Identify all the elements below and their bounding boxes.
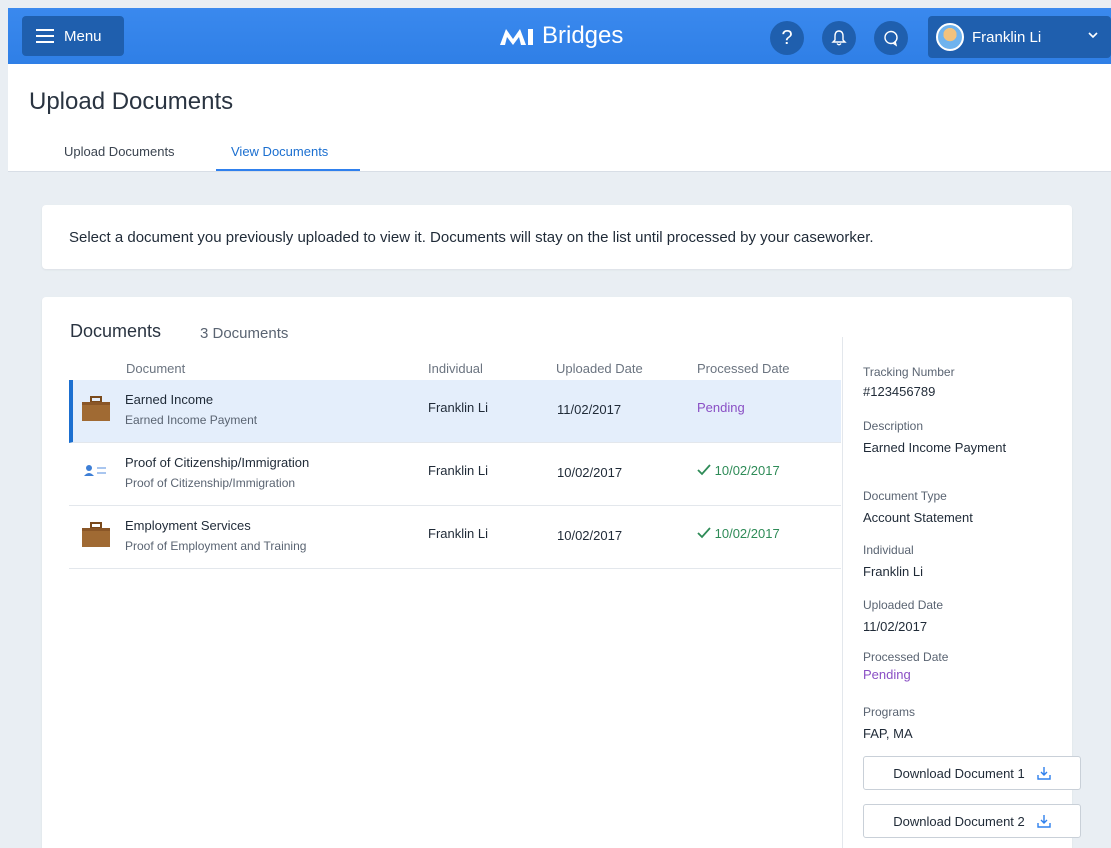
avatar [936,23,964,51]
chevron-down-icon [1088,32,1098,39]
processed-date: 10/02/2017 [714,463,780,478]
download-document-1-button[interactable]: Download Document 1 [863,756,1081,790]
column-header-document[interactable]: Document [126,361,185,376]
document-uploaded-date: 11/02/2017 [557,402,622,417]
brand-name: Bridges [542,22,624,49]
document-subtitle: Proof of Citizenship/Immigration [125,476,296,490]
chat-icon [884,30,898,47]
processed-date-label: Processed Date [863,650,949,664]
briefcase-icon [82,396,110,421]
notifications-button[interactable] [822,21,856,55]
document-detail-panel: Tracking Number #123456789 Description E… [842,337,1081,848]
table-row[interactable]: Earned Income Earned Income Payment Fran… [69,380,841,443]
menu-label: Menu [64,27,102,45]
document-individual: Franklin Li [428,463,488,478]
mi-logo-icon [500,29,533,45]
individual-value: Franklin Li [863,564,923,579]
document-title: Earned Income [125,392,214,407]
processed-date-value: Pending [863,667,911,682]
instructions-card: Select a document you previously uploade… [42,205,1072,269]
download-document-2-button[interactable]: Download Document 2 [863,804,1081,838]
page-header: Upload Documents Upload Documents View D… [8,64,1111,172]
instructions-text: Select a document you previously uploade… [69,228,874,246]
document-title: Proof of Citizenship/Immigration [125,455,310,470]
document-type-value: Account Statement [863,510,973,525]
uploaded-date-value: 11/02/2017 [863,619,928,634]
messages-button[interactable] [874,21,908,55]
status-processed: 10/02/2017 [697,526,780,541]
checkmark-icon [697,527,711,539]
documents-title: Documents [70,321,162,341]
help-button[interactable]: ? [770,21,804,55]
description-label: Description [863,419,924,433]
documents-count: 3 Documents [200,325,289,342]
description-value: Earned Income Payment [863,440,1007,455]
download-document-1-label: Download Document 1 [893,765,1025,781]
tab-upload-documents[interactable]: Upload Documents [64,144,175,159]
table-row[interactable]: Proof of Citizenship/Immigration Proof o… [69,443,841,506]
checkmark-icon [697,464,711,476]
programs-value: FAP, MA [863,726,913,741]
document-subtitle: Proof of Employment and Training [125,539,307,553]
document-uploaded-date: 10/02/2017 [557,465,623,480]
download-icon [1037,767,1051,780]
tracking-number-label: Tracking Number [863,365,955,379]
document-subtitle: Earned Income Payment [125,413,258,427]
document-uploaded-date: 10/02/2017 [557,528,623,543]
status-processed: 10/02/2017 [697,463,780,478]
active-tab-indicator [216,169,360,171]
processed-date: 10/02/2017 [714,526,780,541]
programs-label: Programs [863,705,916,719]
table-row[interactable]: Employment Services Proof of Employment … [69,506,841,569]
column-header-uploaded-date[interactable]: Uploaded Date [556,361,643,376]
menu-button[interactable]: Menu [22,16,124,56]
tracking-number-value: #123456789 [863,384,936,399]
bell-icon [831,30,847,46]
user-name: Franklin Li [972,28,1042,46]
page-title: Upload Documents [29,88,234,115]
top-navigation-bar: Menu Bridges ? Franklin Li [8,8,1111,64]
mi-bridges-logo[interactable]: Bridges [498,20,623,52]
document-title: Employment Services [125,518,251,533]
menu-icon [36,29,56,43]
column-header-individual[interactable]: Individual [428,361,483,376]
document-individual: Franklin Li [428,400,488,415]
download-document-2-label: Download Document 2 [893,813,1025,829]
help-icon: ? [781,26,793,49]
user-menu-button[interactable]: Franklin Li [928,16,1111,58]
uploaded-date-label: Uploaded Date [863,598,944,612]
document-individual: Franklin Li [428,526,488,541]
briefcase-icon [82,522,110,547]
tab-view-documents[interactable]: View Documents [231,144,328,159]
download-icon [1037,815,1051,828]
column-header-processed-date[interactable]: Processed Date [697,361,790,376]
id-card-icon [84,465,106,476]
document-type-label: Document Type [863,489,947,503]
individual-label: Individual [863,543,914,557]
documents-card: Documents 3 Documents Document Individua… [42,297,1081,848]
status-pending: Pending [697,400,745,415]
